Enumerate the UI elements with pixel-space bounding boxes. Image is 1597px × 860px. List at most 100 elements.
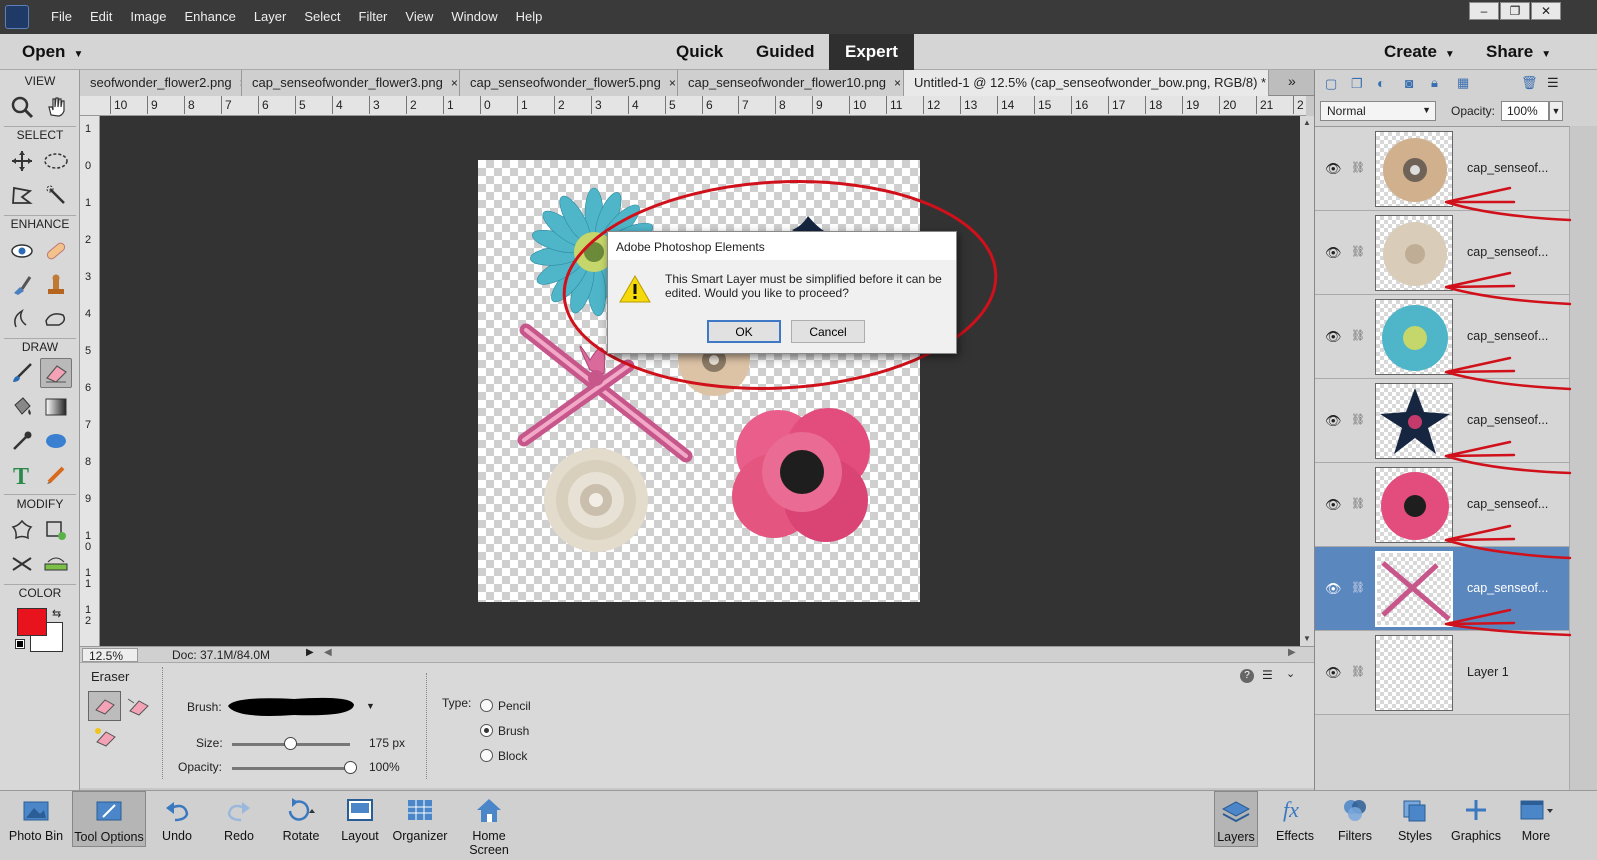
hscroll-left-arrow-icon[interactable]: ◀ <box>324 647 332 658</box>
shape-tool-icon[interactable] <box>40 426 72 456</box>
close-tab-icon[interactable]: × <box>451 76 458 90</box>
graphics-button[interactable]: Graphics <box>1448 791 1504 847</box>
tab-overflow-icon[interactable]: » <box>1288 73 1296 89</box>
pencil-tool-icon[interactable] <box>40 460 72 490</box>
zoom-tool-icon[interactable] <box>6 92 38 122</box>
clone-stamp-tool-icon[interactable] <box>40 270 72 300</box>
cancel-button[interactable]: Cancel <box>791 320 865 343</box>
link-icon[interactable]: ⛓︎ <box>1351 245 1365 258</box>
collapse-chevron-icon[interactable]: ⌄ <box>1286 667 1295 680</box>
link-icon[interactable]: ⛓︎ <box>1351 497 1365 510</box>
help-icon[interactable]: ? <box>1240 669 1254 683</box>
layer-name[interactable]: Layer 1 <box>1467 665 1509 679</box>
crop-tool-icon[interactable] <box>40 515 72 545</box>
menu-enhance[interactable]: Enhance <box>176 0 245 34</box>
eye-icon[interactable]: 👁︎ <box>1325 245 1342 261</box>
sponge-tool-icon[interactable] <box>40 304 72 334</box>
menu-filter[interactable]: Filter <box>350 0 397 34</box>
link-icon[interactable]: ⛓︎ <box>1351 581 1365 594</box>
menu-view[interactable]: View <box>396 0 442 34</box>
panel-menu-icon[interactable]: ☰ <box>1547 75 1559 91</box>
chevron-down-icon[interactable]: ▼ <box>1549 101 1563 121</box>
photo-bin-button[interactable]: Photo Bin <box>4 791 68 847</box>
hscroll-right-arrow-icon[interactable]: ▶ <box>1288 647 1296 658</box>
open-button[interactable]: Open ▼ <box>22 34 83 70</box>
new-group-icon[interactable]: ❐ <box>1351 76 1363 92</box>
gradient-tool-icon[interactable] <box>40 392 72 422</box>
type-block-radio[interactable] <box>480 749 493 762</box>
menu-image[interactable]: Image <box>121 0 175 34</box>
lock-transparency-icon[interactable]: ▦ <box>1457 75 1469 91</box>
magic-eraser-option-icon[interactable] <box>92 725 118 750</box>
zoom-level-field[interactable]: 12.5% <box>82 648 138 663</box>
layer-mask-icon[interactable]: ◙ <box>1405 75 1413 91</box>
close-tab-icon[interactable]: × <box>894 76 901 90</box>
marquee-tool-icon[interactable] <box>40 146 72 176</box>
type-brush-radio[interactable] <box>480 724 493 737</box>
menu-file[interactable]: File <box>42 0 81 34</box>
recompose-tool-icon[interactable] <box>6 549 38 579</box>
eye-icon[interactable]: 👁︎ <box>1325 497 1342 513</box>
hand-tool-icon[interactable] <box>40 92 72 122</box>
status-menu-arrow-icon[interactable]: ▶ <box>306 647 314 658</box>
mode-expert-tab[interactable]: Expert <box>829 34 914 70</box>
blend-mode-select[interactable]: Normal ▼ <box>1320 101 1436 121</box>
organizer-button[interactable]: Organizer <box>390 791 450 847</box>
type-tool-icon[interactable]: T <box>6 460 38 490</box>
quick-selection-tool-icon[interactable] <box>40 180 72 210</box>
eye-icon[interactable]: 👁︎ <box>1325 161 1342 177</box>
mode-guided-tab[interactable]: Guided <box>756 34 815 70</box>
doc-tab-active[interactable]: Untitled-1 @ 12.5% (cap_senseofwonder_bo… <box>904 70 1269 96</box>
doc-tab[interactable]: cap_senseofwonder_flower3.png × <box>242 70 460 96</box>
tool-options-button[interactable]: Tool Options <box>72 791 146 847</box>
layer-name[interactable]: cap_senseof... <box>1467 161 1548 175</box>
maximize-button[interactable]: ❐ <box>1500 2 1530 20</box>
rotate-button[interactable]: Rotate <box>272 791 330 847</box>
eye-icon[interactable]: 👁︎ <box>1325 665 1342 681</box>
adjustment-layer-icon[interactable]: ◐ <box>1377 75 1385 91</box>
trash-icon[interactable]: 🗑︎ <box>1521 75 1538 91</box>
link-icon[interactable]: ⛓︎ <box>1351 413 1365 426</box>
effects-button[interactable]: fx Effects <box>1272 791 1318 847</box>
eye-icon[interactable]: 👁︎ <box>1325 413 1342 429</box>
menu-edit[interactable]: Edit <box>81 0 121 34</box>
move-tool-icon[interactable] <box>6 146 38 176</box>
cookie-cutter-tool-icon[interactable] <box>6 515 38 545</box>
eraser-option-icon[interactable] <box>88 691 121 721</box>
size-slider-thumb[interactable] <box>283 737 297 750</box>
lasso-tool-icon[interactable] <box>6 180 38 210</box>
doc-tab[interactable]: cap_senseofwonder_flower5.png × <box>460 70 678 96</box>
red-eye-tool-icon[interactable] <box>6 236 38 266</box>
lock-icon[interactable]: 🔒︎ <box>1431 75 1438 91</box>
doc-tab[interactable]: seofwonder_flower2.png× <box>80 70 242 96</box>
minimize-button[interactable]: – <box>1469 2 1499 20</box>
ok-button[interactable]: OK <box>707 320 781 343</box>
link-icon[interactable]: ⛓︎ <box>1351 665 1365 678</box>
menu-help[interactable]: Help <box>507 0 552 34</box>
layout-button[interactable]: Layout <box>336 791 384 847</box>
default-colors-icon[interactable] <box>15 639 25 649</box>
link-icon[interactable]: ⛓︎ <box>1351 329 1365 342</box>
create-button[interactable]: Create ▼ <box>1384 34 1455 70</box>
close-window-button[interactable]: ✕ <box>1531 2 1561 20</box>
eye-icon[interactable]: 👁︎ <box>1325 329 1342 345</box>
chevron-down-icon[interactable]: ▼ <box>366 701 375 711</box>
new-layer-icon[interactable]: ▢ <box>1325 76 1337 92</box>
brush-preset-picker[interactable] <box>224 693 358 719</box>
options-menu-icon[interactable]: ☰ <box>1262 668 1273 682</box>
menu-window[interactable]: Window <box>442 0 506 34</box>
background-eraser-option-icon[interactable] <box>125 695 151 720</box>
opacity-slider[interactable] <box>232 767 350 770</box>
home-screen-button[interactable]: Home Screen <box>452 791 526 857</box>
type-pencil-radio[interactable] <box>480 699 493 712</box>
layer-opacity-field[interactable]: 100% <box>1501 101 1549 121</box>
link-icon[interactable]: ⛓︎ <box>1351 161 1365 174</box>
opacity-slider-thumb[interactable] <box>344 761 357 774</box>
vertical-scrollbar[interactable]: ▲ ▼ <box>1300 116 1314 646</box>
layer-row[interactable]: 👁︎ ⛓︎ Layer 1 <box>1315 631 1569 715</box>
filters-button[interactable]: Filters <box>1332 791 1378 847</box>
menu-select[interactable]: Select <box>295 0 349 34</box>
eyedropper-tool-icon[interactable] <box>6 426 38 456</box>
close-tab-icon[interactable]: × <box>669 76 676 90</box>
straighten-tool-icon[interactable] <box>40 549 72 579</box>
